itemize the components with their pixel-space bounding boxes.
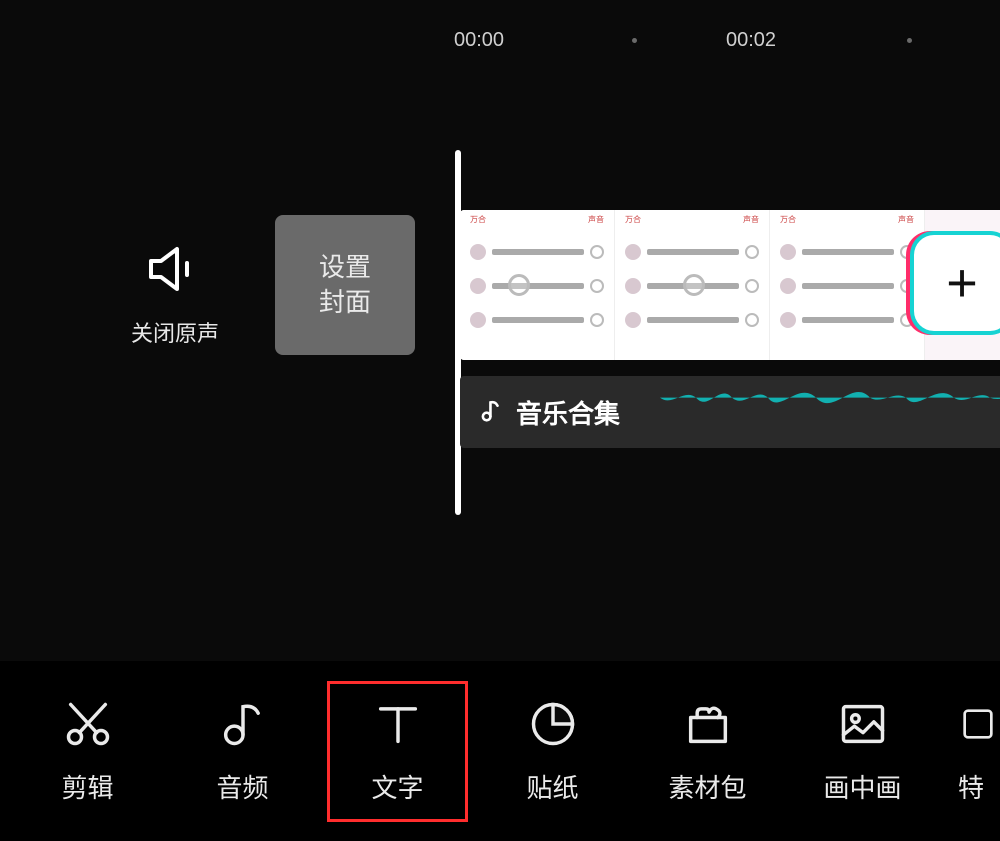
- tool-label: 素材包: [668, 768, 746, 805]
- ruler-dot: [907, 38, 912, 43]
- tool-label: 剪辑: [61, 768, 113, 805]
- ruler-dot: [632, 38, 637, 43]
- clip-thumbnail[interactable]: 万合声音: [460, 210, 615, 360]
- material-icon: [682, 698, 734, 750]
- cover-label-line1: 设置: [319, 250, 371, 285]
- tool-sticker[interactable]: 贴纸: [475, 674, 630, 829]
- tool-label: 文字: [371, 768, 423, 805]
- tool-effects[interactable]: 特: [940, 674, 1000, 829]
- tool-label: 音频: [216, 768, 268, 805]
- time-ruler[interactable]: 00:00 00:02: [0, 20, 1000, 60]
- clip-handle[interactable]: [683, 274, 705, 296]
- add-clip-button[interactable]: +: [914, 235, 1000, 331]
- sticker-icon: [527, 698, 579, 750]
- plus-icon: +: [946, 252, 978, 314]
- bottom-toolbar: 剪辑 音频 文字: [0, 661, 1000, 841]
- cover-label-line2: 封面: [319, 285, 371, 320]
- mute-label: 关闭原声: [131, 316, 219, 348]
- text-icon: [372, 698, 424, 750]
- timeline-area[interactable]: 关闭原声 设置 封面 万合声音 万合声音 万合声音: [0, 150, 1000, 525]
- clip-thumbnail[interactable]: 万合声音: [770, 210, 925, 360]
- scissors-icon: [62, 698, 114, 750]
- audio-track-title: 音乐合集: [516, 394, 620, 431]
- mute-original-sound-button[interactable]: 关闭原声: [110, 245, 240, 348]
- tool-material-pack[interactable]: 素材包: [630, 674, 785, 829]
- note-icon: [217, 698, 269, 750]
- clip-thumbnail[interactable]: 万合声音: [615, 210, 770, 360]
- clip-handle[interactable]: [508, 274, 530, 296]
- tool-label: 贴纸: [526, 768, 578, 805]
- tool-label: 画中画: [823, 768, 901, 805]
- music-note-icon: [478, 397, 504, 428]
- tool-text[interactable]: 文字: [320, 674, 475, 829]
- ruler-tick-2: 00:02: [726, 29, 776, 52]
- tool-picture-in-picture[interactable]: 画中画: [785, 674, 940, 829]
- tool-audio[interactable]: 音频: [165, 674, 320, 829]
- tool-edit[interactable]: 剪辑: [10, 674, 165, 829]
- ruler-tick-1: 00:00: [454, 29, 504, 52]
- speaker-icon: [147, 245, 203, 298]
- pip-icon: [837, 698, 889, 750]
- effects-icon: [958, 698, 998, 750]
- audio-waveform: [660, 376, 1000, 419]
- set-cover-button[interactable]: 设置 封面: [275, 215, 415, 355]
- audio-track[interactable]: 音乐合集: [460, 376, 1000, 448]
- tool-label: 特: [958, 768, 984, 805]
